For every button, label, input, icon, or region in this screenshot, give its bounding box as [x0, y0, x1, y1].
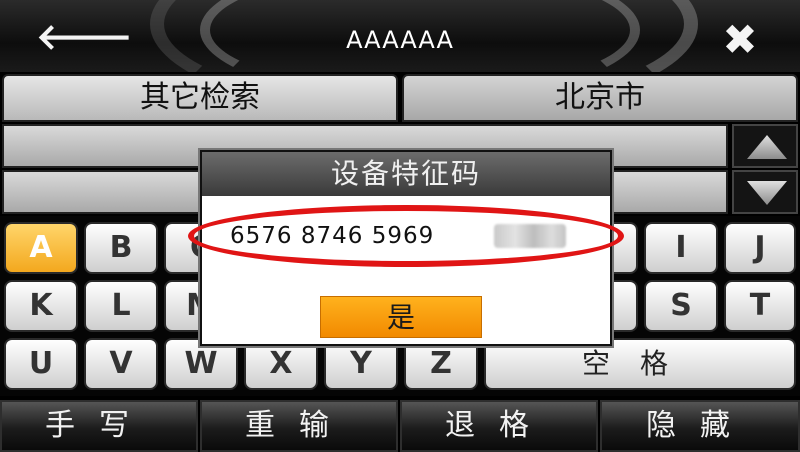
scroll-up-button[interactable] — [732, 124, 798, 168]
close-icon[interactable]: ✖ — [710, 18, 770, 62]
key-s[interactable]: S — [644, 280, 718, 332]
key-a[interactable]: A — [4, 222, 78, 274]
back-arrow-icon[interactable]: 🡐 — [36, 18, 133, 58]
dialog-title: 设备特征码 — [202, 152, 610, 196]
page-title: AAAAAA — [346, 26, 454, 54]
scroll-down-button[interactable] — [732, 170, 798, 214]
key-k[interactable]: K — [4, 280, 78, 332]
backspace-button[interactable]: 退格 — [400, 400, 598, 452]
key-t[interactable]: T — [724, 280, 796, 332]
key-u[interactable]: U — [4, 338, 78, 390]
tab-city[interactable]: 北京市 — [402, 74, 798, 122]
key-l[interactable]: L — [84, 280, 158, 332]
key-v[interactable]: V — [84, 338, 158, 390]
confirm-button[interactable]: 是 — [320, 296, 482, 338]
tab-other-search[interactable]: 其它检索 — [2, 74, 398, 122]
highlight-circle — [188, 205, 624, 267]
key-j[interactable]: J — [724, 222, 796, 274]
device-code-dialog: 设备特征码 6576 8746 5969 是 — [188, 150, 624, 346]
key-i[interactable]: I — [644, 222, 718, 274]
key-b[interactable]: B — [84, 222, 158, 274]
scroll-down-icon — [747, 181, 787, 205]
hide-keyboard-button[interactable]: 隐藏 — [600, 400, 800, 452]
reinput-button[interactable]: 重输 — [200, 400, 398, 452]
handwriting-button[interactable]: 手写 — [0, 400, 198, 452]
scroll-up-icon — [747, 135, 787, 159]
